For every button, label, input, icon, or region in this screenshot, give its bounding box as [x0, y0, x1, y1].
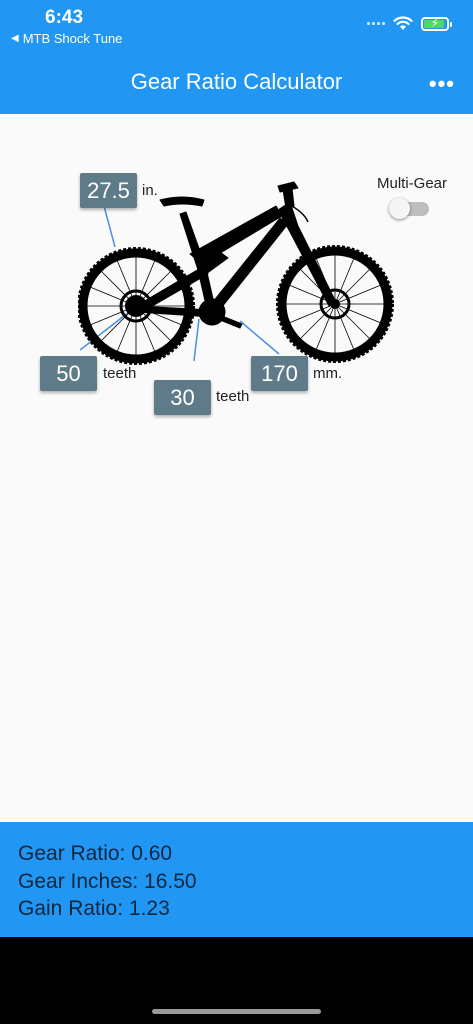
rear-cog-teeth-value: 50 — [56, 360, 81, 386]
front-wheel — [276, 245, 394, 363]
gear-inches-result: Gear Inches: 16.50 — [18, 869, 197, 893]
chainring-teeth-unit: teeth — [216, 388, 250, 405]
wheel-size-value: 27.5 — [87, 177, 130, 203]
crank-length-unit: mm. — [313, 365, 343, 382]
multi-gear-label: Multi-Gear — [377, 175, 448, 192]
results-panel: Gear Ratio: 0.60 Gear Inches: 16.50 Gain… — [0, 822, 473, 937]
wheel-size-unit: in. — [142, 182, 158, 199]
back-app-label: MTB Shock Tune — [22, 31, 123, 46]
app-bar: 6:43 ◀ MTB Shock Tune ⚡ Gear Ratio Calcu… — [0, 0, 473, 114]
more-horiz-icon: ••• — [428, 71, 455, 96]
battery-charging-icon: ⚡ — [421, 16, 452, 31]
rear-cog-teeth-unit: teeth — [103, 365, 137, 382]
back-arrow-icon: ◀ — [11, 33, 19, 44]
chainring-teeth-value: 30 — [170, 384, 195, 410]
crank-length-value: 170 — [261, 360, 298, 386]
wifi-icon — [393, 16, 413, 30]
more-options-button[interactable]: ••• — [429, 71, 455, 97]
toggle-thumb — [389, 198, 410, 219]
gain-ratio-result: Gain Ratio: 1.23 — [18, 897, 170, 920]
chainring-teeth-input[interactable]: 30 — [154, 380, 211, 415]
rear-cog-teeth-input[interactable]: 50 — [40, 356, 97, 391]
multi-gear-toggle[interactable] — [389, 198, 429, 219]
status-icons: ⚡ — [367, 16, 452, 31]
crank-length-input[interactable]: 170 — [251, 356, 308, 391]
home-indicator[interactable] — [152, 1009, 321, 1014]
wheel-size-input[interactable]: 27.5 — [80, 173, 137, 208]
page-title: Gear Ratio Calculator — [130, 69, 343, 94]
status-time: 6:43 — [45, 7, 84, 28]
gear-ratio-result: Gear Ratio: 0.60 — [18, 842, 173, 865]
cellular-signal-icon — [367, 22, 385, 25]
app-screen: 6:43 ◀ MTB Shock Tune ⚡ Gear Ratio Calcu… — [0, 0, 473, 1024]
back-to-app-link[interactable]: ◀ MTB Shock Tune — [11, 31, 122, 46]
calculator-canvas: 27.5 in. 50 teeth 30 teeth 170 mm. Multi… — [0, 114, 473, 822]
